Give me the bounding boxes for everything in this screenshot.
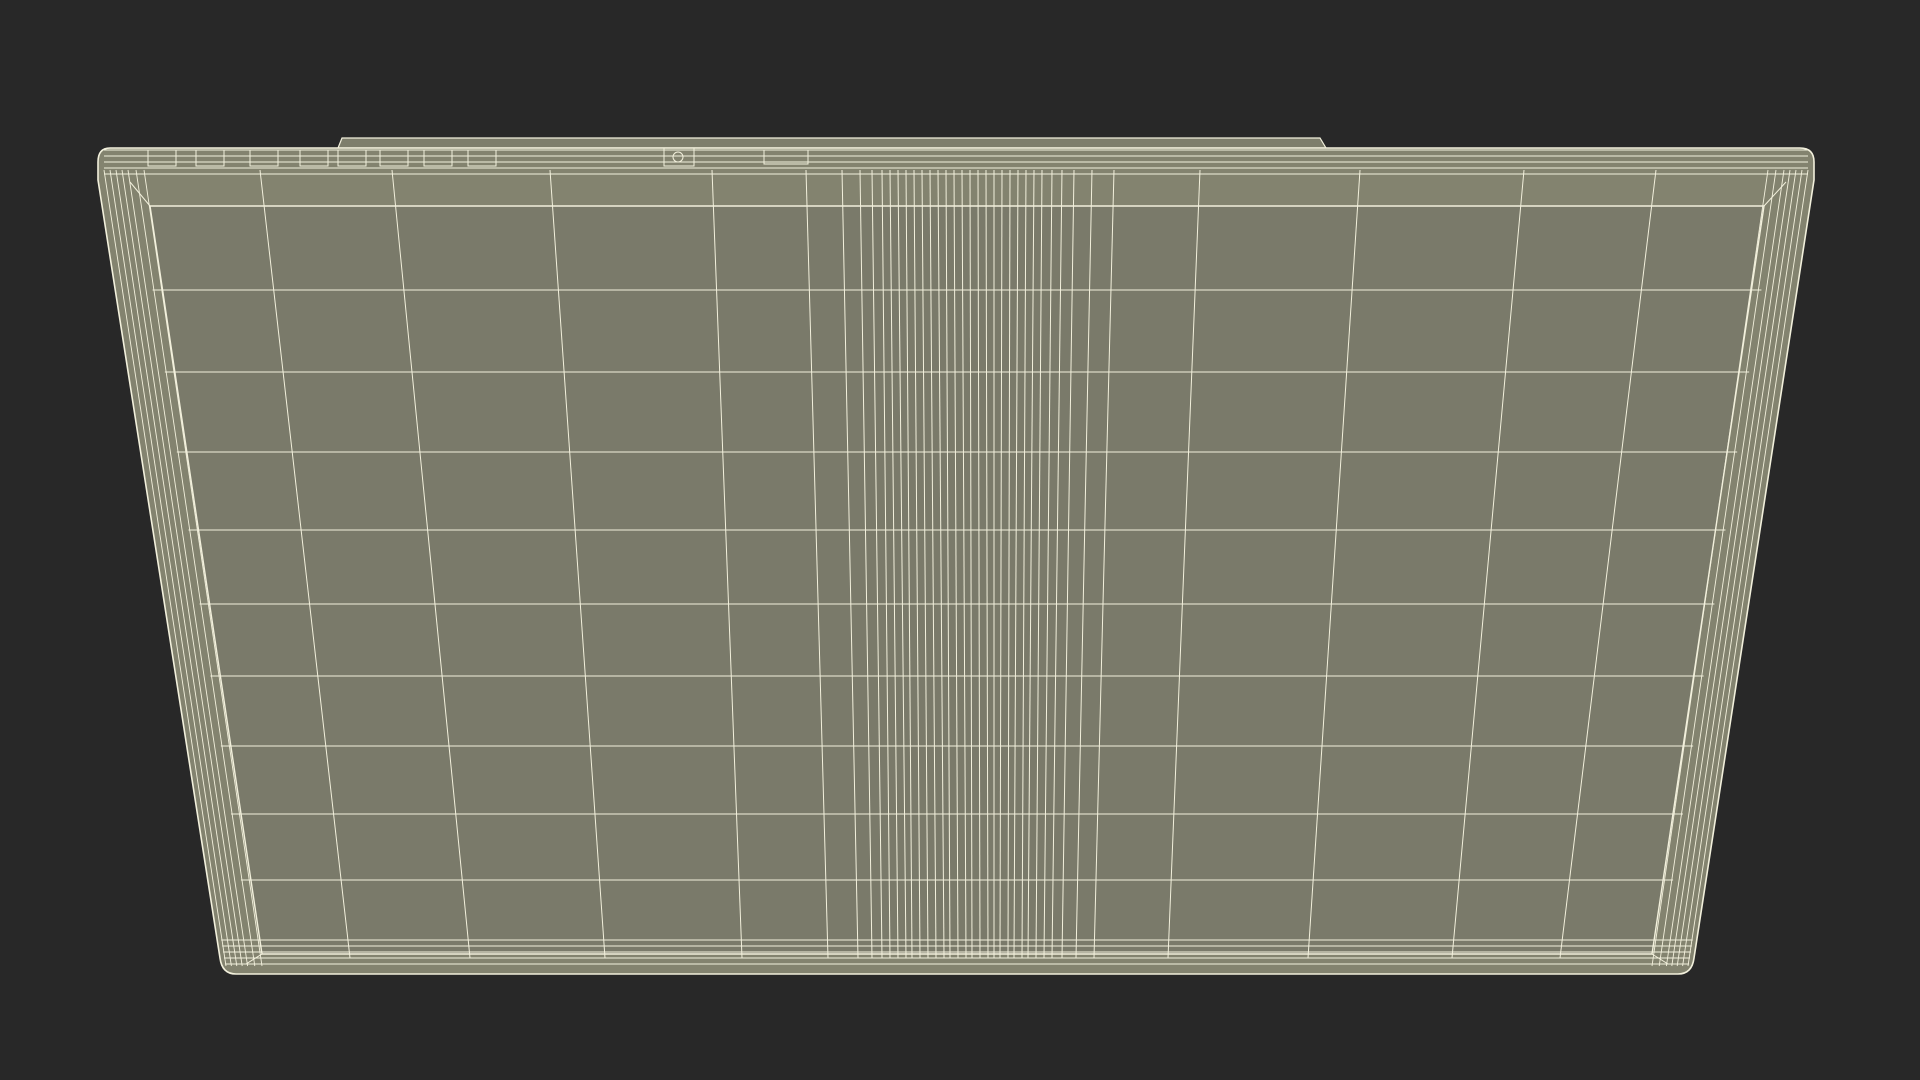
wireframe-model <box>97 137 1815 975</box>
viewport <box>0 0 1920 1080</box>
hinge-strip <box>337 137 1328 149</box>
